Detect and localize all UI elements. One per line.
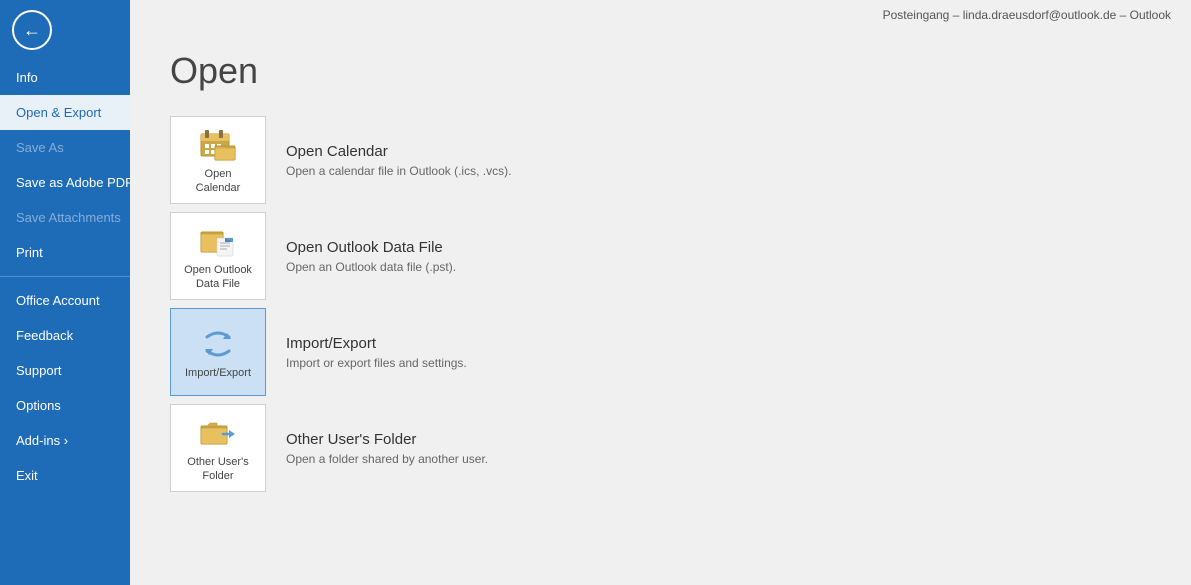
other-users-folder-label: Other User'sFolder bbox=[187, 455, 248, 484]
sidebar-nav: Info Open & Export Save As Save as Adobe… bbox=[0, 60, 130, 585]
other-users-folder-desc: Open a folder shared by another user. bbox=[286, 452, 488, 466]
open-calendar-text: Open Calendar Open a calendar file in Ou… bbox=[286, 143, 511, 178]
sidebar-item-support[interactable]: Support bbox=[0, 353, 130, 388]
import-export-label: Import/Export bbox=[185, 366, 251, 380]
sidebar-item-options[interactable]: Options bbox=[0, 388, 130, 423]
sidebar-item-save-adobe[interactable]: Save as Adobe PDF bbox=[0, 165, 130, 200]
main-content: Posteingang – linda.draeusdorf@outlook.d… bbox=[130, 0, 1191, 585]
sidebar-item-print[interactable]: Print bbox=[0, 235, 130, 270]
option-row-other-users-folder: Other User'sFolder Other User's Folder O… bbox=[170, 404, 1151, 492]
open-calendar-desc: Open a calendar file in Outlook (.ics, .… bbox=[286, 164, 511, 178]
sidebar-item-add-ins[interactable]: Add-ins › bbox=[0, 423, 130, 458]
import-export-icon bbox=[198, 326, 238, 362]
open-outlook-data-button[interactable]: Open OutlookData File bbox=[170, 212, 266, 300]
open-outlook-data-label: Open OutlookData File bbox=[184, 263, 252, 292]
open-outlook-data-text: Open Outlook Data File Open an Outlook d… bbox=[286, 239, 456, 274]
sidebar-item-save-attachments: Save Attachments bbox=[0, 200, 130, 235]
back-icon: ← bbox=[23, 20, 41, 41]
open-calendar-button[interactable]: OpenCalendar bbox=[170, 116, 266, 204]
sidebar-item-info[interactable]: Info bbox=[0, 60, 130, 95]
open-calendar-label: OpenCalendar bbox=[196, 167, 241, 196]
other-users-folder-icon bbox=[198, 415, 238, 451]
other-users-folder-title[interactable]: Other User's Folder bbox=[286, 431, 488, 448]
sidebar-item-feedback[interactable]: Feedback bbox=[0, 318, 130, 353]
option-row-open-calendar: OpenCalendar Open Calendar Open a calend… bbox=[170, 116, 1151, 204]
sidebar: ← Info Open & Export Save As Save as Ado… bbox=[0, 0, 130, 585]
back-button[interactable]: ← bbox=[12, 10, 52, 50]
sidebar-item-save-as: Save As bbox=[0, 130, 130, 165]
sidebar-item-open-export[interactable]: Open & Export bbox=[0, 95, 130, 130]
open-outlook-data-title[interactable]: Open Outlook Data File bbox=[286, 239, 456, 256]
sidebar-item-exit[interactable]: Exit bbox=[0, 458, 130, 493]
import-export-title[interactable]: Import/Export bbox=[286, 335, 467, 352]
open-calendar-title[interactable]: Open Calendar bbox=[286, 143, 511, 160]
content-area: Open bbox=[130, 30, 1191, 585]
other-users-folder-button[interactable]: Other User'sFolder bbox=[170, 404, 266, 492]
options-list: OpenCalendar Open Calendar Open a calend… bbox=[170, 116, 1151, 492]
divider-1 bbox=[0, 276, 130, 277]
option-row-open-outlook-data: Open OutlookData File Open Outlook Data … bbox=[170, 212, 1151, 300]
other-users-folder-text: Other User's Folder Open a folder shared… bbox=[286, 431, 488, 466]
import-export-text: Import/Export Import or export files and… bbox=[286, 335, 467, 370]
top-bar: Posteingang – linda.draeusdorf@outlook.d… bbox=[130, 0, 1191, 30]
outlook-data-icon bbox=[198, 223, 238, 259]
page-title: Open bbox=[170, 50, 1151, 92]
open-outlook-data-desc: Open an Outlook data file (.pst). bbox=[286, 260, 456, 274]
calendar-icon bbox=[198, 127, 238, 163]
account-info: Posteingang – linda.draeusdorf@outlook.d… bbox=[883, 8, 1171, 22]
sidebar-item-office-account[interactable]: Office Account bbox=[0, 283, 130, 318]
import-export-button[interactable]: Import/Export bbox=[170, 308, 266, 396]
option-row-import-export: Import/Export Import/Export Import or ex… bbox=[170, 308, 1151, 396]
import-export-desc: Import or export files and settings. bbox=[286, 356, 467, 370]
